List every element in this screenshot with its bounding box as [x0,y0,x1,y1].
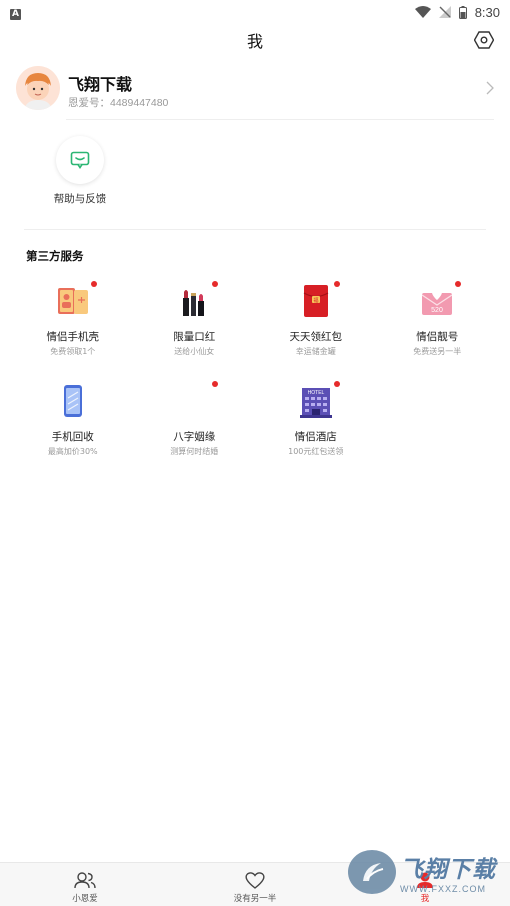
service-subtitle: 免费送另一半 [413,347,462,356]
lipstick-icon [174,281,219,321]
help-label: 帮助与反馈 [53,193,107,205]
tab-label: 没有另一半 [233,894,277,904]
nav-bar: 我 [0,24,510,56]
service-bazi[interactable]: 八字姻缘 测算何时结婚 [134,378,256,478]
new-badge-dot [333,381,340,387]
watermark-title: 飞翔下载 [400,857,496,883]
service-hotel[interactable]: HOTEL 情侣酒店 100元红包送领 [255,378,377,478]
service-subtitle: 最高加价30% [47,447,98,456]
battery-icon [458,5,467,19]
new-badge-dot [212,281,219,287]
service-title: 限量口红 [173,331,216,343]
service-title: 情侣酒店 [294,431,337,443]
tab-label: 小恩爱 [72,894,98,904]
tab-no-partner[interactable]: 没有另一半 [170,863,340,906]
profile-name: 飞翔下载 [68,75,133,94]
service-phone-recycle[interactable]: 手机回收 最高加价30% [12,378,134,478]
service-subtitle: 幸运储金罐 [295,347,336,356]
page-title: 我 [246,32,263,51]
service-red-envelope[interactable]: 福 天天领红包 幸运储金罐 [255,278,377,378]
status-left: A [10,5,21,20]
hotel-sign-label: HOTEL [307,390,324,396]
profile-card[interactable]: 飞翔下载 恩爱号：4489447480 [16,66,496,120]
status-bar: A 8:30 [0,0,510,24]
bazi-icon [174,381,219,421]
service-title: 天天领红包 [289,331,343,343]
watermark: 飞翔下载 WWW.FXXZ.COM [348,848,502,896]
new-badge-dot [333,281,340,287]
heart-envelope-icon: 520 [417,281,462,321]
tab-xiaoenai[interactable]: 小恩爱 [0,863,170,906]
help-feedback-button[interactable]: 帮助与反馈 [48,136,112,206]
service-subtitle: 送给小仙女 [174,347,215,356]
hotel-icon: HOTEL [296,381,340,421]
new-badge-dot [455,281,462,287]
service-subtitle: 免费领取1个 [50,347,96,356]
service-title: 情侣手机壳 [46,331,100,343]
service-title: 手机回收 [51,431,94,443]
watermark-url: WWW.FXXZ.COM [400,884,486,894]
users-icon [74,872,96,889]
third-party-title: 第三方服务 [26,249,84,263]
chevron-right-icon [486,80,494,99]
service-lipstick[interactable]: 限量口红 送给小仙女 [134,278,256,378]
wifi-icon [414,6,431,18]
service-title: 八字姻缘 [173,431,216,443]
section-divider [24,229,486,230]
envelope-520-label: 520 [431,307,443,314]
watermark-logo-icon [348,850,396,894]
phone-icon [53,381,93,421]
profile-divider [66,119,494,120]
red-envelope-icon: 福 [296,281,340,321]
avatar[interactable] [16,66,60,110]
new-badge-dot [90,281,97,287]
profile-id: 恩爱号：4489447480 [68,97,169,109]
signal-off-icon [438,6,451,18]
settings-button[interactable] [472,28,496,52]
svg-text:福: 福 [313,297,318,304]
service-subtitle: 测算何时结婚 [170,447,219,456]
new-badge-dot [212,381,219,387]
chat-bubble-icon [70,151,90,169]
service-phone-case[interactable]: 情侣手机壳 免费领取1个 [12,278,134,378]
help-icon-container [56,136,104,184]
services-grid: 情侣手机壳 免费领取1个 限量口红 送给小仙女 福 天天领红包 幸运储金罐 52… [12,278,498,478]
watermark-text: 飞翔下载 WWW.FXXZ.COM [400,850,496,894]
service-couple-number[interactable]: 520 情侣靓号 免费送另一半 [377,278,499,378]
phone-case-icon [53,281,97,321]
status-right: 8:30 [414,4,500,20]
notification-a-icon: A [10,8,21,20]
settings-hexagon-icon [474,31,494,49]
service-title: 情侣靓号 [416,331,459,343]
heart-outline-icon [245,872,265,889]
status-time: 8:30 [474,4,500,20]
service-subtitle: 100元红包送领 [288,447,344,456]
